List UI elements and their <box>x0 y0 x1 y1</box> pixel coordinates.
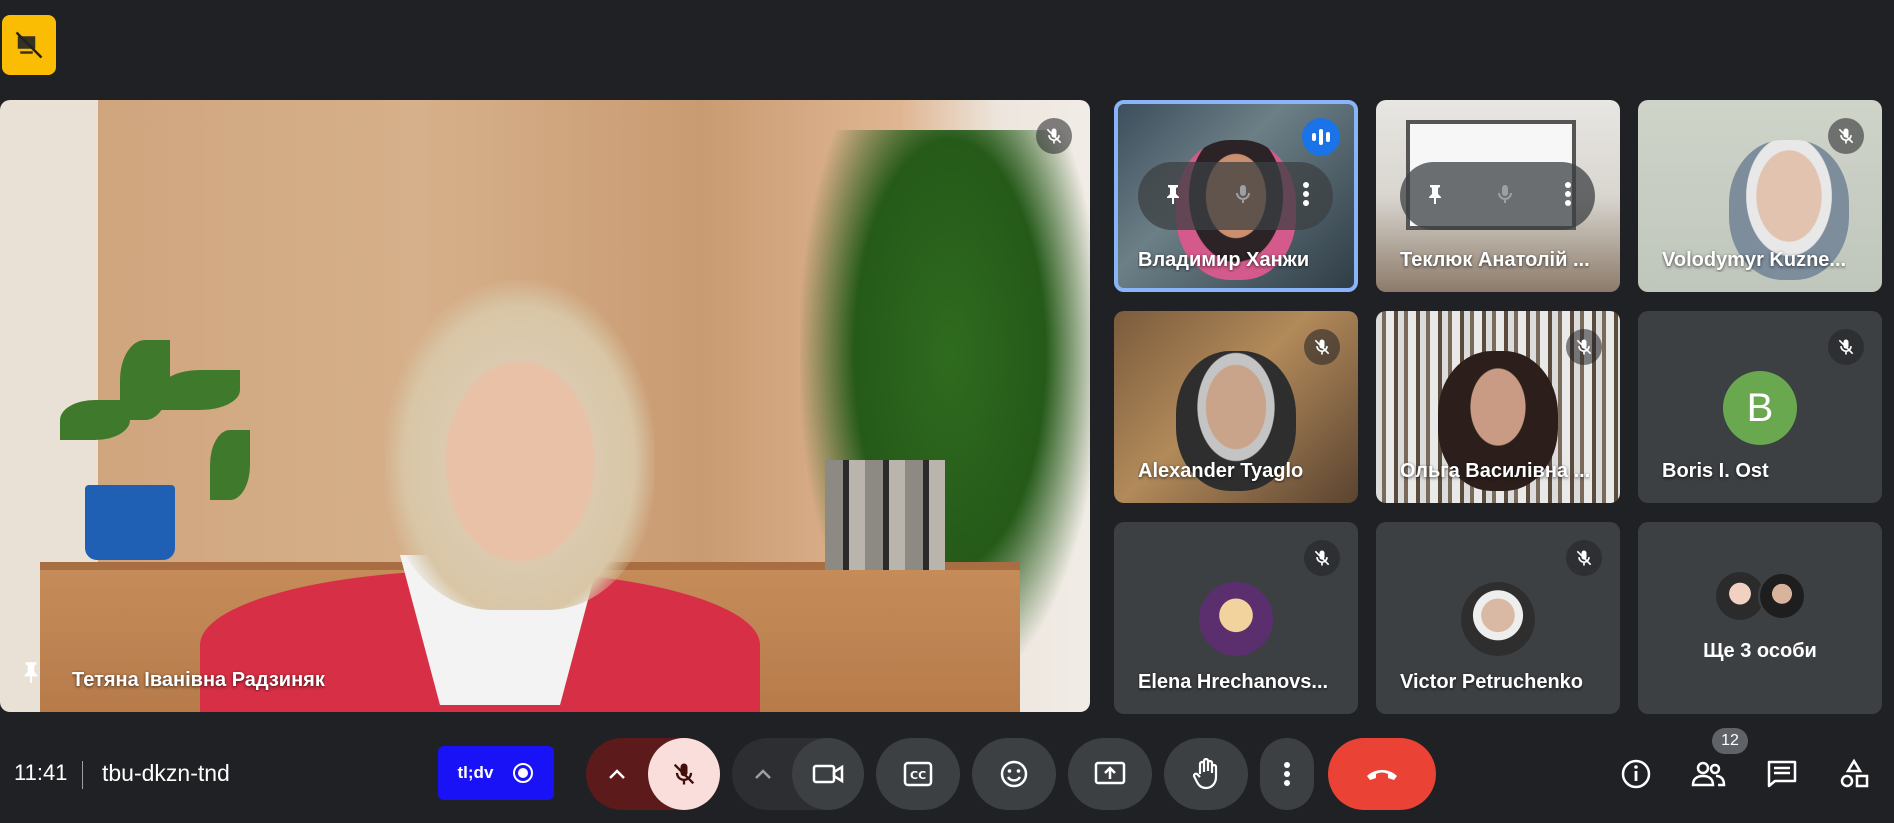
camera-toggle-button[interactable] <box>792 738 864 810</box>
microphone-control <box>586 738 720 810</box>
participant-tile[interactable]: Alexander Tyaglo <box>1114 311 1358 503</box>
video-options-button[interactable] <box>732 738 794 810</box>
tile-hover-controls <box>1138 162 1333 230</box>
participant-tile[interactable]: B Boris I. Ost <box>1638 311 1882 503</box>
mic-off-icon <box>1838 128 1854 144</box>
mic-off-icon <box>1314 339 1330 355</box>
mic-off-icon <box>673 763 695 785</box>
hand-icon <box>1192 758 1218 790</box>
main-speaker-tile[interactable]: Тетяна Іванівна Радзиняк <box>0 100 1090 712</box>
audio-options-button[interactable] <box>586 738 648 810</box>
participant-avatar <box>1461 582 1535 656</box>
participant-name: Victor Petruchenko <box>1400 671 1584 693</box>
participant-avatar <box>1716 572 1764 620</box>
participant-name: Ольга Василівна ... <box>1400 460 1591 482</box>
clock: 11:41 <box>14 760 68 785</box>
no-screen-share-icon <box>15 31 43 59</box>
svg-text:CC: CC <box>910 769 926 782</box>
leave-call-button[interactable] <box>1328 738 1436 810</box>
participant-avatar <box>1199 582 1273 656</box>
closed-captions-icon: CC <box>903 761 933 787</box>
participant-tile[interactable]: Ольга Василівна ... <box>1376 311 1620 503</box>
tldv-recorder-button[interactable]: tl;dv <box>438 746 554 800</box>
more-options-icon[interactable] <box>1302 181 1310 212</box>
mute-indicator <box>1304 540 1340 576</box>
activities-button[interactable] <box>1832 752 1876 796</box>
participant-tile[interactable]: Elena Hrechanovs... <box>1114 522 1358 714</box>
captions-button[interactable]: CC <box>876 738 960 810</box>
participant-tile[interactable]: Victor Petruchenko <box>1376 522 1620 714</box>
mic-off-icon <box>1314 550 1330 566</box>
chevron-up-icon <box>755 769 771 779</box>
mic-icon[interactable] <box>1231 180 1255 213</box>
participant-count-badge: 12 <box>1712 728 1748 754</box>
mute-indicator <box>1566 540 1602 576</box>
chat-button[interactable] <box>1760 752 1804 796</box>
speaker-head <box>385 280 655 610</box>
tile-hover-controls <box>1400 162 1595 230</box>
background-books <box>825 460 945 570</box>
more-participants-tile[interactable]: Ще 3 особи <box>1638 522 1882 714</box>
background-pot <box>85 485 175 560</box>
more-options-icon <box>1284 762 1290 786</box>
speaking-indicator-icon <box>1302 118 1340 156</box>
people-icon <box>1691 761 1726 787</box>
participant-name: Volodymyr Kuzne... <box>1662 249 1847 271</box>
participant-name: Elena Hrechanovs... <box>1138 671 1329 693</box>
microphone-toggle-button[interactable] <box>648 738 720 810</box>
participant-avatar: B <box>1723 371 1797 445</box>
mic-icon[interactable] <box>1493 180 1517 213</box>
info-icon <box>1621 759 1651 789</box>
participant-tile[interactable]: Теклюк Анатолій ... <box>1376 100 1620 292</box>
emoji-icon <box>1000 760 1028 788</box>
participant-name: Alexander Tyaglo <box>1138 460 1304 482</box>
participant-name: Boris I. Ost <box>1662 460 1769 482</box>
pin-icon[interactable] <box>18 657 44 692</box>
tldv-label: tl;dv <box>457 763 494 782</box>
presentation-off-badge[interactable] <box>2 15 56 75</box>
present-screen-button[interactable] <box>1068 738 1152 810</box>
pin-icon[interactable] <box>1161 180 1185 213</box>
divider <box>82 761 83 789</box>
mic-off-icon <box>1046 128 1062 144</box>
meeting-code: tbu-dkzn-tnd <box>102 760 230 786</box>
main-speaker-name: Тетяна Іванівна Радзиняк <box>72 669 325 691</box>
activities-icon <box>1840 758 1869 788</box>
mute-indicator <box>1566 329 1602 365</box>
mute-indicator <box>1304 329 1340 365</box>
chevron-up-icon <box>609 769 625 779</box>
record-icon <box>513 763 534 783</box>
camera-icon <box>812 764 844 784</box>
participant-tile[interactable]: Volodymyr Kuzne... <box>1638 100 1882 292</box>
participant-tile[interactable]: Владимир Ханжи <box>1114 100 1358 292</box>
more-participants-label: Ще 3 особи <box>1703 640 1817 662</box>
present-screen-icon <box>1094 761 1126 785</box>
participant-name: Владимир Ханжи <box>1138 249 1310 271</box>
meeting-info-button[interactable] <box>1614 752 1658 796</box>
mute-indicator <box>1828 118 1864 154</box>
main-tile-mute-indicator <box>1036 118 1072 154</box>
more-options-icon[interactable] <box>1564 181 1572 212</box>
pin-icon[interactable] <box>1423 180 1447 213</box>
mic-off-icon <box>1576 550 1592 566</box>
phone-hangup-icon <box>1367 770 1397 780</box>
reactions-button[interactable] <box>972 738 1056 810</box>
more-options-button[interactable] <box>1260 738 1314 810</box>
mic-off-icon <box>1838 339 1854 355</box>
raise-hand-button[interactable] <box>1164 738 1248 810</box>
mute-indicator <box>1828 329 1864 365</box>
people-button[interactable] <box>1686 752 1730 796</box>
participant-avatar <box>1758 572 1806 620</box>
camera-control <box>732 738 864 810</box>
chat-icon <box>1767 760 1797 788</box>
participant-name: Теклюк Анатолій ... <box>1400 249 1590 271</box>
mic-off-icon <box>1576 339 1592 355</box>
